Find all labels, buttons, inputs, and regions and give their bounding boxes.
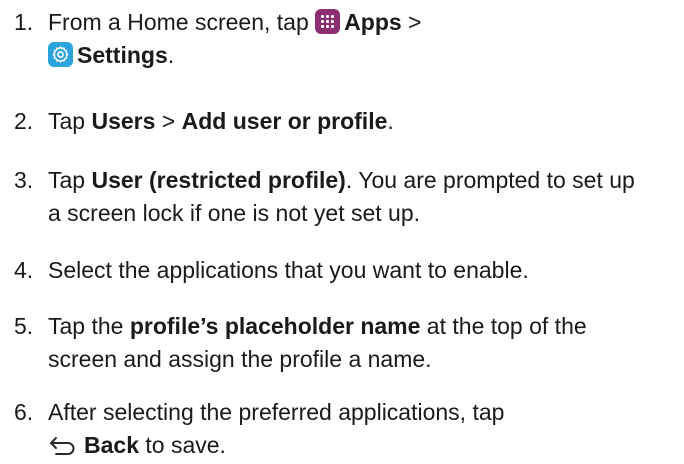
step-3-intro: Tap (48, 167, 92, 193)
add-user-label: Add user or profile (181, 108, 388, 134)
restricted-profile-label: User (restricted profile) (91, 167, 346, 193)
apps-icon (315, 9, 341, 34)
step-text: Tap Users > Add user or profile. (48, 105, 678, 138)
step-text: From a Home screen, tap Apps > Settings. (48, 6, 678, 72)
step-5-intro: Tap the (48, 313, 130, 339)
step-text: Select the applications that you want to… (48, 257, 529, 283)
step-number: 6. (14, 399, 34, 425)
step-text: Tap User (restricted profile). You are p… (48, 164, 648, 230)
step-1-separator: > (401, 9, 422, 35)
step-number: 2. (14, 108, 34, 134)
settings-label: Settings (77, 42, 168, 68)
settings-icon (48, 42, 73, 67)
step-number: 5. (14, 313, 34, 339)
step-text: After selecting the preferred applicatio… (48, 396, 678, 462)
placeholder-name-label: profile’s placeholder name (129, 313, 421, 339)
back-icon (48, 431, 78, 455)
step-2-intro: Tap (48, 108, 92, 134)
step-6-end: to save. (138, 432, 226, 458)
step-1-end: . (167, 42, 175, 68)
step-2-end: . (387, 108, 394, 134)
step-text: Tap the profile’s placeholder name at th… (48, 310, 658, 376)
step-number: 1. (14, 9, 34, 35)
back-label: Back (84, 432, 139, 458)
apps-label: Apps (344, 9, 402, 35)
step-number: 4. (14, 257, 34, 283)
step-1-intro: From a Home screen, tap (48, 9, 316, 35)
step-2-separator: > (155, 108, 182, 134)
users-label: Users (91, 108, 156, 134)
step-6-intro: After selecting the preferred applicatio… (48, 399, 505, 425)
step-number: 3. (14, 167, 34, 193)
